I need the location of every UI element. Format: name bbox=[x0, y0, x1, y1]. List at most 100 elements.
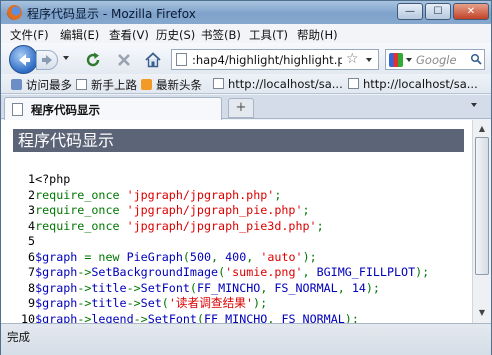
code-token: 'sumie.png' bbox=[225, 265, 303, 279]
code-token: $graph bbox=[35, 249, 78, 264]
page-title: 程序代码显示 bbox=[13, 129, 464, 152]
line-number: 2 bbox=[21, 187, 36, 202]
scrollbar-thumb[interactable] bbox=[475, 137, 489, 275]
back-button[interactable] bbox=[9, 45, 38, 74]
new-tab-button[interactable]: + bbox=[228, 98, 254, 118]
scroll-up-icon[interactable]: ▲ bbox=[475, 122, 489, 136]
code-token: Set bbox=[140, 296, 162, 310]
home-icon[interactable] bbox=[144, 51, 162, 69]
line-number: 6 bbox=[21, 249, 36, 264]
history-dropdown-icon[interactable] bbox=[63, 56, 69, 60]
code-token: title bbox=[91, 280, 127, 295]
reload-icon[interactable] bbox=[84, 51, 102, 69]
search-engine-icon[interactable] bbox=[389, 53, 403, 67]
search-input[interactable]: Google bbox=[416, 53, 457, 67]
line-number: 10 bbox=[21, 311, 36, 324]
code-token: title bbox=[91, 296, 127, 310]
search-bar[interactable]: Google bbox=[385, 49, 485, 70]
bookmark-most-visited[interactable]: 访问最多 bbox=[11, 77, 72, 93]
menu-bookmarks[interactable]: 书签(B) bbox=[201, 27, 241, 43]
code-line: 10$graph->legend->SetFont(FF_MINCHO, FS_… bbox=[21, 312, 429, 324]
search-engine-dropdown-icon[interactable] bbox=[406, 58, 412, 62]
code-token: 'jpgraph/jpgraph.php' bbox=[126, 187, 275, 202]
menu-view[interactable]: 查看(V) bbox=[109, 27, 149, 43]
tab-list-icon[interactable] bbox=[471, 103, 477, 107]
code-token: -> bbox=[77, 296, 92, 310]
code-token: ; bbox=[316, 218, 324, 233]
code-line: 8$graph->title->SetFont(FF_MINCHO, FS_NO… bbox=[21, 281, 429, 297]
bookmark-localhost-2[interactable]: http://localhost/sa... bbox=[348, 77, 478, 91]
code-token: require_once bbox=[35, 203, 127, 217]
bookmark-getting-started[interactable]: 新手上路 bbox=[76, 77, 137, 93]
url-dropdown-icon[interactable] bbox=[366, 58, 372, 62]
code-line: 7$graph->SetBackgroundImage('sumie.png',… bbox=[21, 265, 429, 281]
code-token: $graph bbox=[35, 280, 78, 295]
code-token: BGIMG_FILLPLOT bbox=[316, 265, 416, 279]
code-line: 3require_once 'jpgraph/jpgraph_pie.php'; bbox=[21, 203, 429, 219]
search-icon[interactable] bbox=[470, 53, 482, 65]
code-token: , bbox=[302, 265, 317, 279]
code-token: require_once bbox=[35, 187, 127, 202]
code-token: $graph bbox=[35, 265, 78, 279]
url-bar[interactable]: :hap4/highlight/highlight.php ☆ bbox=[171, 49, 379, 70]
code-token: '读者调查结果' bbox=[168, 296, 254, 310]
back-arrow-icon bbox=[19, 54, 30, 66]
code-token: 500 bbox=[189, 249, 212, 264]
menu-file[interactable]: 文件(F) bbox=[10, 27, 49, 43]
code-token: 'jpgraph/jpgraph_pie.php' bbox=[126, 203, 303, 217]
stop-icon[interactable] bbox=[115, 51, 133, 69]
forward-arrow-icon bbox=[42, 55, 52, 65]
code-token: -> bbox=[77, 311, 92, 324]
tab-label: 程序代码显示 bbox=[31, 103, 100, 117]
code-token: $graph bbox=[35, 296, 78, 310]
code-token: SetFont bbox=[140, 280, 190, 295]
code-token: SetBackgroundImage bbox=[91, 265, 219, 279]
code-token: 'auto' bbox=[260, 249, 303, 264]
page-icon bbox=[176, 53, 187, 66]
maximize-button[interactable]: ☐ bbox=[425, 3, 451, 20]
menu-bar: 文件(F) 编辑(E) 查看(V) 历史(S) 书签(B) 工具(T) 帮助(H… bbox=[1, 24, 491, 43]
close-button[interactable]: ✕ bbox=[453, 3, 489, 20]
menu-help[interactable]: 帮助(H) bbox=[297, 27, 338, 43]
code-token: 14 bbox=[351, 280, 366, 295]
scroll-down-icon[interactable]: ▼ bbox=[475, 306, 489, 320]
line-number: 5 bbox=[21, 234, 36, 248]
tab-active[interactable]: 程序代码显示 bbox=[4, 97, 222, 120]
code-token: -> bbox=[77, 265, 92, 279]
menu-edit[interactable]: 编辑(E) bbox=[60, 27, 99, 43]
code-token: , bbox=[267, 311, 282, 324]
menu-tools[interactable]: 工具(T) bbox=[249, 27, 288, 43]
line-number: 3 bbox=[21, 203, 36, 217]
forward-button[interactable] bbox=[36, 50, 58, 70]
code-token: ( bbox=[189, 280, 197, 295]
code-token: require_once bbox=[35, 218, 127, 233]
code-token: $graph bbox=[35, 311, 78, 324]
code-line: 5 bbox=[21, 234, 429, 250]
url-input[interactable]: :hap4/highlight/highlight.php bbox=[192, 53, 342, 67]
code-token: 'jpgraph/jpgraph_pie3d.php' bbox=[126, 218, 317, 233]
line-number: 4 bbox=[21, 218, 36, 233]
page-icon bbox=[213, 78, 224, 89]
code-token: ); bbox=[302, 249, 317, 264]
status-text: 完成 bbox=[7, 330, 30, 344]
line-number: 9 bbox=[21, 296, 36, 310]
page-icon bbox=[76, 79, 87, 90]
code-token: , bbox=[260, 280, 275, 295]
line-number: 7 bbox=[21, 265, 36, 279]
menu-history[interactable]: 历史(S) bbox=[156, 27, 195, 43]
bookmark-star-icon[interactable]: ☆ bbox=[346, 51, 359, 67]
vertical-scrollbar[interactable]: ▲ ▼ bbox=[472, 120, 490, 323]
bookmark-localhost-1[interactable]: http://localhost/sa... bbox=[213, 77, 343, 91]
code-token: = new bbox=[77, 249, 127, 264]
code-token: FF_MINCHO bbox=[196, 280, 261, 295]
code-token: FF_MINCHO bbox=[204, 311, 268, 324]
minimize-button[interactable]: — bbox=[397, 3, 423, 20]
line-number: 1 bbox=[21, 172, 36, 186]
folder-icon bbox=[11, 79, 22, 90]
status-bar: 完成 bbox=[1, 323, 491, 355]
code-token: <?php bbox=[35, 172, 71, 186]
bookmark-latest-headlines[interactable]: 最新头条 bbox=[141, 77, 202, 93]
code-token: FS_NORMAL bbox=[274, 280, 338, 295]
code-line: 6$graph = new PieGraph(500, 400, 'auto')… bbox=[21, 250, 429, 266]
code-token: legend bbox=[91, 311, 134, 324]
